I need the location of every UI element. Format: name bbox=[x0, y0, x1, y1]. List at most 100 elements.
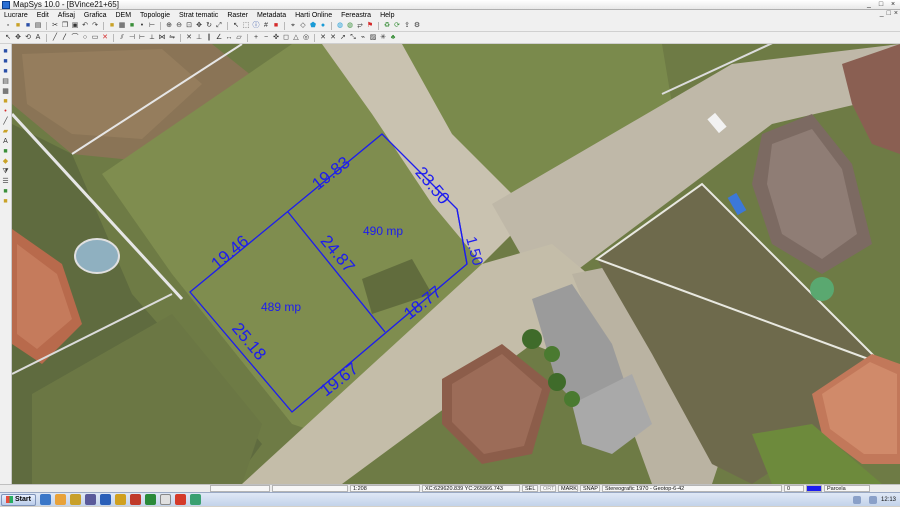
refresh-icon[interactable]: ↻ bbox=[205, 22, 213, 30]
print-icon[interactable]: ▤ bbox=[34, 22, 42, 30]
split-icon[interactable]: ⟂ bbox=[148, 34, 156, 42]
rotate-icon[interactable]: ⟲ bbox=[24, 34, 32, 42]
firefox-icon[interactable] bbox=[54, 494, 66, 505]
mdi-close-button[interactable]: × bbox=[894, 10, 898, 17]
menu-afisaj[interactable]: Afisaj bbox=[58, 12, 75, 19]
grid-icon[interactable]: # bbox=[262, 22, 270, 30]
menu-lucrare[interactable]: Lucrare bbox=[4, 12, 28, 19]
arrow-tool-icon[interactable]: ➚ bbox=[339, 34, 347, 42]
filter-icon[interactable]: ⧩ bbox=[2, 168, 10, 176]
menu-raster[interactable]: Raster bbox=[227, 12, 248, 19]
save-icon[interactable]: ■ bbox=[24, 22, 32, 30]
tree-tool-icon[interactable]: ♣ bbox=[389, 34, 397, 42]
snap-end-icon[interactable]: ◻ bbox=[282, 34, 290, 42]
menu-metadata[interactable]: Metadata bbox=[257, 12, 286, 19]
clock[interactable]: 12:13 bbox=[881, 497, 896, 503]
distance-icon[interactable]: ↔ bbox=[225, 34, 233, 42]
snap-icon[interactable]: ⌖ bbox=[289, 22, 297, 30]
point-icon[interactable]: • bbox=[138, 22, 146, 30]
snap-center-icon[interactable]: ◎ bbox=[302, 34, 310, 42]
volume-icon[interactable] bbox=[868, 496, 877, 504]
map-svg[interactable]: 19.83 19.46 23.50 24.87 1.50 18.77 25.18… bbox=[12, 44, 900, 484]
sync-icon[interactable]: ⟳ bbox=[393, 22, 401, 30]
node-move-icon[interactable]: ✜ bbox=[272, 34, 280, 42]
select-area-icon[interactable]: ⬚ bbox=[242, 22, 250, 30]
cut-icon[interactable]: ✂ bbox=[51, 22, 59, 30]
start-button[interactable]: Start bbox=[1, 493, 36, 506]
minimize-button[interactable]: _ bbox=[864, 0, 874, 9]
circle-tool-icon[interactable]: ○ bbox=[81, 34, 89, 42]
label-tool-icon[interactable]: ⌁ bbox=[359, 34, 367, 42]
zoom-extent-icon[interactable]: ⤢ bbox=[215, 22, 223, 30]
copy-icon[interactable]: ❐ bbox=[61, 22, 69, 30]
mirror-icon[interactable]: ⇋ bbox=[168, 34, 176, 42]
active-layer-field[interactable]: Parcela bbox=[824, 485, 870, 492]
trim-icon[interactable]: ⊣ bbox=[128, 34, 136, 42]
polygon-icon[interactable]: ⬟ bbox=[309, 22, 317, 30]
pointer-icon[interactable]: ↖ bbox=[4, 34, 12, 42]
ort-toggle[interactable]: ORT bbox=[540, 485, 556, 492]
explorer-icon[interactable] bbox=[69, 494, 81, 505]
color-icon[interactable]: ■ bbox=[272, 22, 280, 30]
text-layer-icon[interactable]: A bbox=[2, 138, 10, 146]
info-icon[interactable]: ⓘ bbox=[252, 22, 260, 30]
raster-icon[interactable]: ■ bbox=[128, 22, 136, 30]
menu-edit[interactable]: Edit bbox=[37, 12, 49, 19]
menu-dem[interactable]: DEM bbox=[115, 12, 131, 19]
symbol-tool-icon[interactable]: ✳ bbox=[379, 34, 387, 42]
arc-tool-icon[interactable]: ⌒ bbox=[71, 34, 79, 42]
hatch-tool-icon[interactable]: ▨ bbox=[369, 34, 377, 42]
point-layer-icon[interactable]: • bbox=[2, 108, 10, 116]
image-layer-icon[interactable]: ■ bbox=[2, 148, 10, 156]
snap-mid-icon[interactable]: △ bbox=[292, 34, 300, 42]
zoom-window-icon[interactable]: ⊡ bbox=[185, 22, 193, 30]
menu-topologie[interactable]: Topologie bbox=[140, 12, 170, 19]
sel-toggle[interactable]: SEL bbox=[522, 485, 538, 492]
recycle-icon[interactable]: ♻ bbox=[383, 22, 391, 30]
menu-harti-online[interactable]: Harti Online bbox=[295, 12, 332, 19]
menu-grafica[interactable]: Grafica bbox=[84, 12, 107, 19]
extend-icon[interactable]: ⊢ bbox=[138, 34, 146, 42]
delete-icon[interactable]: ✕ bbox=[101, 34, 109, 42]
powerpoint-icon[interactable] bbox=[129, 494, 141, 505]
excel-icon[interactable] bbox=[144, 494, 156, 505]
app-icon[interactable] bbox=[84, 494, 96, 505]
ortho-icon[interactable]: ■ bbox=[2, 188, 10, 196]
mdi-restore-button[interactable]: □ bbox=[887, 10, 891, 17]
layer-table-icon[interactable]: ▦ bbox=[2, 88, 10, 96]
join-icon[interactable]: ⋈ bbox=[158, 34, 166, 42]
flag-icon[interactable]: ⚑ bbox=[366, 22, 374, 30]
line-layer-icon[interactable]: ╱ bbox=[2, 118, 10, 126]
online-map-icon[interactable]: ◍ bbox=[346, 22, 354, 30]
measure-icon[interactable]: ⊢ bbox=[148, 22, 156, 30]
new-file-icon[interactable]: ▫ bbox=[4, 22, 12, 30]
parallel-icon[interactable]: ∥ bbox=[205, 34, 213, 42]
vertex-icon[interactable]: ◇ bbox=[299, 22, 307, 30]
angle-icon[interactable]: ∠ bbox=[215, 34, 223, 42]
table-icon[interactable]: ▦ bbox=[118, 22, 126, 30]
pan-icon[interactable]: ✥ bbox=[195, 22, 203, 30]
layer-down-icon[interactable]: ■ bbox=[2, 68, 10, 76]
mapsys-icon[interactable] bbox=[189, 494, 201, 505]
chrome-icon[interactable] bbox=[159, 494, 171, 505]
cross-tool-icon[interactable]: ✕ bbox=[319, 34, 327, 42]
polyline-tool-icon[interactable]: 〳 bbox=[61, 34, 69, 42]
legend-icon[interactable]: ☰ bbox=[2, 178, 10, 186]
close-button[interactable]: × bbox=[888, 0, 898, 9]
route-icon[interactable]: ⥂ bbox=[356, 22, 364, 30]
move-icon[interactable]: ✥ bbox=[14, 34, 22, 42]
acrobat-icon[interactable] bbox=[174, 494, 186, 505]
intersect-icon[interactable]: ✕ bbox=[185, 34, 193, 42]
polygon-layer-icon[interactable]: ▰ bbox=[2, 128, 10, 136]
menu-strat-tematic[interactable]: Strat tematic bbox=[179, 12, 218, 19]
layer-icon[interactable]: ■ bbox=[108, 22, 116, 30]
fill-icon[interactable]: ● bbox=[319, 22, 327, 30]
menu-fereastra[interactable]: Fereastra bbox=[341, 12, 371, 19]
mark-toggle[interactable]: MARK bbox=[558, 485, 578, 492]
ie-icon[interactable] bbox=[39, 494, 51, 505]
word-icon[interactable] bbox=[99, 494, 111, 505]
select-icon[interactable]: ↖ bbox=[232, 22, 240, 30]
maximize-button[interactable]: □ bbox=[876, 0, 886, 9]
rectangle-tool-icon[interactable]: ▭ bbox=[91, 34, 99, 42]
dimension-tool-icon[interactable]: ⤡ bbox=[349, 34, 357, 42]
